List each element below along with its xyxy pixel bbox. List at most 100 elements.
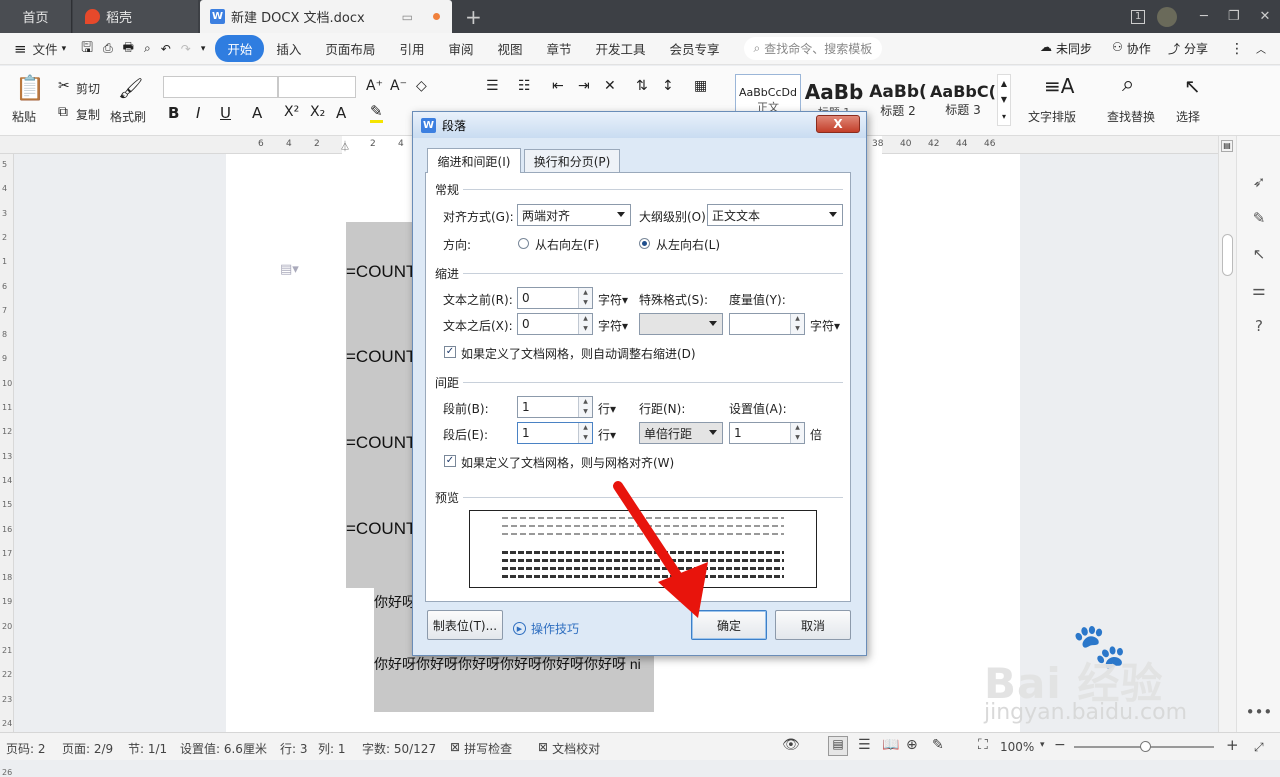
close-window-icon[interactable]: ✕: [1259, 9, 1270, 24]
space-before-input[interactable]: 1 ▲ ▼: [517, 396, 593, 418]
sync-button[interactable]: ☁ 未同步: [1040, 40, 1092, 57]
adjust-icon[interactable]: ⚌: [1249, 280, 1269, 300]
set-value-input[interactable]: 1 ▲ ▼: [729, 422, 805, 444]
menu-developer[interactable]: 开发工具: [584, 39, 658, 58]
grid-indent-label[interactable]: 如果定义了文档网格，则自动调整右缩进(D): [461, 345, 696, 362]
bullet-list-icon[interactable]: ☰: [486, 78, 499, 94]
spinner-icon[interactable]: ▲ ▼: [578, 314, 592, 334]
menu-vip[interactable]: 会员专享: [658, 39, 732, 58]
dialog-title-bar[interactable]: W 段落 X: [413, 112, 866, 138]
font-size-select[interactable]: [278, 76, 356, 98]
shrink-font-icon[interactable]: A⁻: [390, 78, 407, 94]
rtl-radio[interactable]: [518, 238, 529, 249]
cancel-button[interactable]: 取消: [775, 610, 851, 640]
proofread-button[interactable]: ⊠ 文档校对: [538, 740, 600, 757]
tab-indent-spacing[interactable]: 缩进和间距(I): [427, 148, 521, 173]
space-after-input[interactable]: 1 ▲ ▼: [517, 422, 593, 444]
spinner-icon[interactable]: ▲ ▼: [790, 314, 804, 334]
read-view-icon[interactable]: 📖: [882, 737, 899, 753]
grid-indent-checkbox[interactable]: ✓: [444, 346, 456, 358]
grid-align-checkbox[interactable]: ✓: [444, 455, 456, 467]
border-icon[interactable]: ▦: [694, 78, 707, 94]
style-heading-2[interactable]: AaBb( 标题 2: [866, 74, 930, 126]
command-search-input[interactable]: ⌕ 查找命令、搜索模板: [743, 37, 883, 60]
text-effect-icon[interactable]: A: [336, 104, 346, 122]
zoom-slider-thumb[interactable]: [1140, 741, 1151, 752]
collab-button[interactable]: ⚇ 协作: [1112, 40, 1151, 57]
copy-button[interactable]: 复制: [76, 106, 100, 123]
copy-icon[interactable]: ⧉: [58, 104, 68, 120]
file-dropdown-icon[interactable]: ▾: [62, 44, 67, 54]
paste-button[interactable]: 粘贴: [12, 108, 36, 125]
pen-icon[interactable]: ✎: [1249, 208, 1269, 228]
style-scroll[interactable]: ▲ ▼ ▾: [997, 74, 1011, 126]
formula-line[interactable]: =COUNT: [346, 347, 416, 367]
strikethrough-icon[interactable]: A: [252, 104, 262, 122]
print-icon[interactable]: 🖶: [123, 38, 134, 59]
superscript-icon[interactable]: X²: [284, 104, 299, 120]
minimize-icon[interactable]: ─: [1200, 9, 1208, 24]
after-text-input[interactable]: 0 ▲ ▼: [517, 313, 593, 335]
menu-chapter[interactable]: 章节: [534, 39, 583, 58]
status-row[interactable]: 行: 3: [280, 740, 308, 757]
scissors-icon[interactable]: ✂: [58, 78, 70, 94]
grid-align-label[interactable]: 如果定义了文档网格，则与网格对齐(W): [461, 454, 674, 471]
outdent-icon[interactable]: ⇤: [552, 78, 564, 94]
formula-line[interactable]: =COUNT: [346, 433, 416, 453]
page-badge-icon[interactable]: 1: [1131, 9, 1146, 24]
underline-icon[interactable]: U: [220, 104, 231, 122]
sort-icon[interactable]: ⇅: [636, 78, 648, 94]
paragraph-mark-icon[interactable]: ▤▾: [280, 262, 299, 277]
print-preview-icon[interactable]: ⎙: [103, 41, 113, 56]
menu-review[interactable]: 审阅: [436, 39, 485, 58]
undo-icon[interactable]: ↶: [161, 42, 171, 56]
menu-hamburger-icon[interactable]: ≡: [14, 40, 27, 58]
menu-home[interactable]: 开始: [215, 35, 265, 62]
tab-document[interactable]: W 新建 DOCX 文档.docx ▭: [200, 0, 452, 33]
status-setting[interactable]: 设置值: 6.6厘米: [180, 740, 267, 757]
style-heading-3[interactable]: AaBbC( 标题 3: [930, 74, 996, 126]
unit-dropdown[interactable]: 字符▾: [810, 317, 840, 334]
paste-icon[interactable]: 📋: [15, 74, 45, 102]
menu-view[interactable]: 视图: [485, 39, 534, 58]
text-line[interactable]: 你好呀你好呀你好呀你好呀你好呀你好呀 ni: [374, 654, 641, 674]
spinner-icon[interactable]: ▲ ▼: [578, 397, 592, 417]
indent-icon[interactable]: ⇥: [578, 78, 590, 94]
unit-dropdown[interactable]: 行▾: [598, 400, 616, 417]
find-replace-button[interactable]: 查找替换: [1107, 108, 1155, 125]
zoom-out-icon[interactable]: −: [1054, 737, 1066, 753]
highlight-icon[interactable]: ✎: [370, 102, 383, 123]
menu-reference[interactable]: 引用: [387, 39, 436, 58]
spell-check-button[interactable]: ⊠ 拼写检查: [450, 740, 512, 757]
share-button[interactable]: ⤴ 分享: [1168, 40, 1208, 57]
page-view-icon[interactable]: ▤: [828, 736, 848, 756]
chinese-layout-icon[interactable]: ✕: [604, 78, 616, 94]
before-text-input[interactable]: 0 ▲ ▼: [517, 287, 593, 309]
tab-home[interactable]: 首页: [0, 0, 72, 33]
status-col[interactable]: 列: 1: [318, 740, 346, 757]
status-section[interactable]: 节: 1/1: [128, 740, 167, 757]
tab-stops-button[interactable]: 制表位(T)...: [427, 610, 503, 640]
more-icon[interactable]: ⋮: [1230, 41, 1244, 57]
quick-dropdown-icon[interactable]: ▾: [201, 44, 206, 54]
rocket-icon[interactable]: ➶: [1249, 172, 1269, 192]
zoom-level[interactable]: 100%: [1000, 740, 1034, 754]
annotate-icon[interactable]: ✎: [932, 737, 944, 753]
collapse-ribbon-icon[interactable]: ︿: [1256, 41, 1266, 56]
screen-icon[interactable]: ▭: [402, 10, 413, 24]
find-icon[interactable]: ⌕: [144, 41, 151, 56]
ltr-radio[interactable]: [639, 238, 650, 249]
font-name-select[interactable]: [163, 76, 278, 98]
tab-line-page-break[interactable]: 换行和分页(P): [524, 149, 620, 173]
fit-page-icon[interactable]: ⛶: [978, 737, 988, 753]
scroll-top-icon[interactable]: ▤: [1221, 140, 1233, 152]
find-replace-icon[interactable]: ⌕: [1122, 72, 1134, 97]
rtl-label[interactable]: 从右向左(F): [535, 236, 599, 253]
clear-format-icon[interactable]: ◇: [416, 78, 427, 94]
tab-daoke[interactable]: 稻壳: [73, 0, 198, 33]
grow-font-icon[interactable]: A⁺: [366, 78, 383, 94]
cut-button[interactable]: 剪切: [76, 80, 100, 97]
format-painter-button[interactable]: 格式刷: [110, 108, 146, 125]
dialog-close-button[interactable]: X: [816, 115, 860, 133]
subscript-icon[interactable]: X₂: [310, 104, 325, 120]
